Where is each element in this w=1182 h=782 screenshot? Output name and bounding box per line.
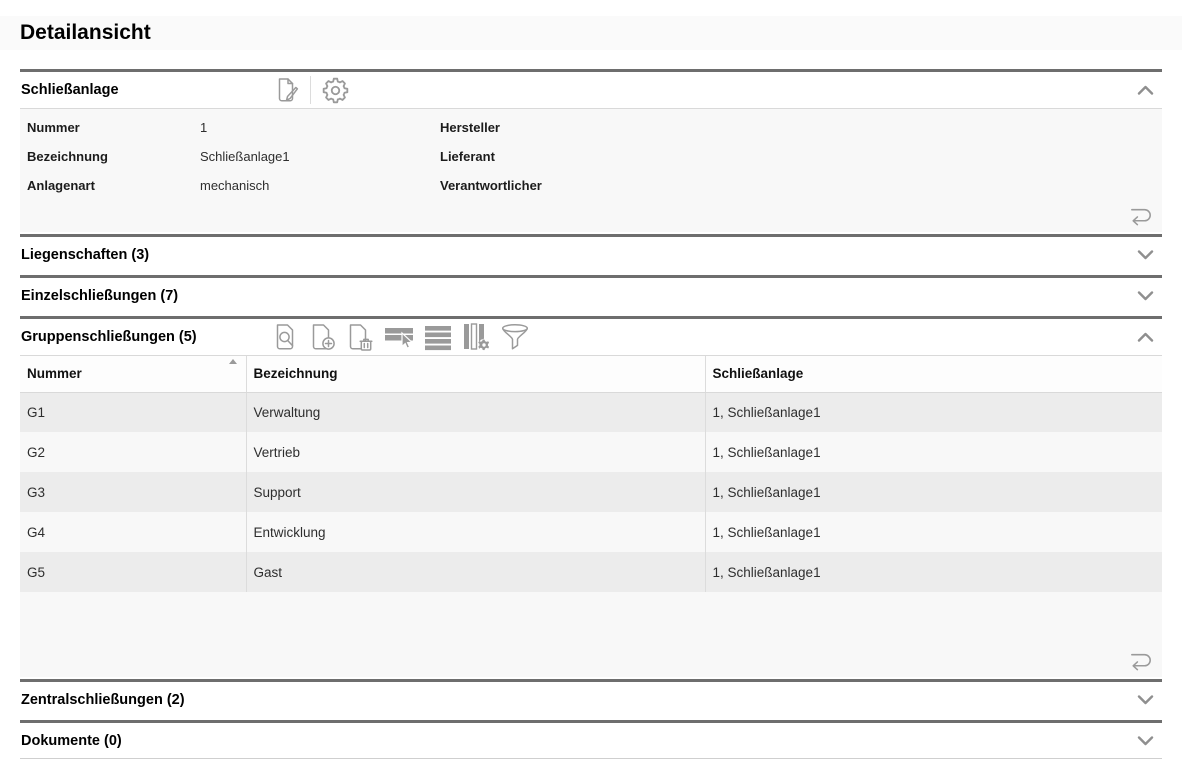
select-row-icon [383, 323, 415, 351]
rows-icon [424, 323, 452, 351]
chevron-up-icon [1137, 331, 1154, 343]
sort-ascending-icon [229, 359, 237, 364]
section-liegenschaften-header: Liegenschaften (3) [20, 234, 1162, 273]
chevron-down-icon [1137, 735, 1154, 747]
cell-nummer: G5 [20, 552, 246, 592]
section-schliessanlage-header: Schließanlage [20, 69, 1162, 108]
document-search-icon [272, 322, 300, 352]
field-label-verantwortlicher: Verantwortlicher [440, 177, 622, 194]
filter-button[interactable] [500, 323, 530, 352]
section-title: Liegenschaften (3) [20, 247, 272, 263]
field-label-hersteller: Hersteller [440, 119, 622, 136]
cell-nummer: G1 [20, 392, 246, 432]
edit-icon [272, 76, 300, 104]
gruppenschliessungen-body: Nummer Bezeichnung Schließanlage G1 [20, 355, 1162, 677]
section-zentralschliessungen: Zentralschließungen (2) [20, 679, 1162, 718]
cell-bezeichnung: Support [246, 472, 705, 512]
document-delete-icon [346, 322, 374, 352]
cell-nummer: G2 [20, 432, 246, 472]
field-label-bezeichnung: Bezeichnung [27, 148, 200, 165]
section-title: Zentralschließungen (2) [20, 692, 272, 708]
chevron-up-icon [1137, 84, 1154, 96]
cell-bezeichnung: Entwicklung [246, 512, 705, 552]
document-add-icon [309, 322, 337, 352]
cell-bezeichnung: Gast [246, 552, 705, 592]
gruppenschliessungen-toolbar [272, 322, 1137, 352]
table-row[interactable]: G1 Verwaltung 1, Schließanlage1 [20, 392, 1162, 432]
settings-button[interactable] [321, 76, 350, 105]
column-header-nummer[interactable]: Nummer [20, 356, 246, 392]
section-gruppenschliessungen-header: Gruppenschließungen (5) [20, 316, 1162, 355]
table-row[interactable]: G2 Vertrieb 1, Schließanlage1 [20, 432, 1162, 472]
cell-schliessanlage: 1, Schließanlage1 [705, 552, 1162, 592]
schliessanlage-fields: Nummer 1 Hersteller Bezeichnung Schließa… [20, 109, 1162, 194]
field-label-lieferant: Lieferant [440, 148, 622, 165]
expand-button[interactable] [1137, 694, 1154, 706]
cell-nummer: G3 [20, 472, 246, 512]
table-header-row: Nummer Bezeichnung Schließanlage [20, 356, 1162, 392]
column-header-schliessanlage[interactable]: Schließanlage [705, 356, 1162, 392]
section-schliessanlage: Schließanlage [20, 69, 1162, 232]
section-liegenschaften: Liegenschaften (3) [20, 234, 1162, 273]
undo-icon [1127, 649, 1154, 671]
rows-button[interactable] [424, 323, 452, 351]
section-gruppenschliessungen: Gruppenschließungen (5) [20, 316, 1162, 677]
column-settings-button[interactable] [461, 322, 491, 352]
section-title: Gruppenschließungen (5) [20, 329, 272, 345]
schliessanlage-toolbar [272, 76, 1137, 105]
field-label-anlagenart: Anlagenart [27, 177, 200, 194]
cell-bezeichnung: Verwaltung [246, 392, 705, 432]
field-value-anlagenart: mechanisch [200, 177, 440, 194]
field-value-bezeichnung: Schließanlage1 [200, 148, 440, 165]
cell-bezeichnung: Vertrieb [246, 432, 705, 472]
field-label-nummer: Nummer [27, 119, 200, 136]
filter-icon [500, 323, 530, 352]
title-band: Detailansicht [0, 16, 1182, 50]
cell-nummer: G4 [20, 512, 246, 552]
cell-schliessanlage: 1, Schließanlage1 [705, 392, 1162, 432]
table-row[interactable]: G4 Entwicklung 1, Schließanlage1 [20, 512, 1162, 552]
section-einzelschliessungen-header: Einzelschließungen (7) [20, 275, 1162, 314]
column-settings-icon [461, 322, 491, 352]
section-title: Einzelschließungen (7) [20, 288, 272, 304]
gruppenschliessungen-table: Nummer Bezeichnung Schließanlage G1 [20, 356, 1162, 592]
section-dokumente-header: Dokumente (0) [20, 720, 1162, 759]
expand-button[interactable] [1137, 249, 1154, 261]
chevron-down-icon [1137, 249, 1154, 261]
collapse-button[interactable] [1137, 84, 1154, 96]
schliessanlage-body: Nummer 1 Hersteller Bezeichnung Schließa… [20, 108, 1162, 232]
detail-view: Schließanlage [20, 69, 1162, 759]
section-dokumente: Dokumente (0) [20, 720, 1162, 759]
cell-schliessanlage: 1, Schließanlage1 [705, 512, 1162, 552]
undo-icon [1127, 204, 1154, 226]
section-zentralschliessungen-header: Zentralschließungen (2) [20, 679, 1162, 718]
revert-button[interactable] [1127, 204, 1154, 226]
section-einzelschliessungen: Einzelschließungen (7) [20, 275, 1162, 314]
field-value-lieferant [622, 148, 1162, 165]
add-button[interactable] [309, 322, 337, 352]
column-header-bezeichnung[interactable]: Bezeichnung [246, 356, 705, 392]
view-details-button[interactable] [272, 322, 300, 352]
page-title: Detailansicht [0, 16, 1182, 50]
chevron-down-icon [1137, 694, 1154, 706]
table-row[interactable]: G5 Gast 1, Schließanlage1 [20, 552, 1162, 592]
field-value-nummer: 1 [200, 119, 440, 136]
toolbar-divider [310, 76, 311, 104]
cell-schliessanlage: 1, Schließanlage1 [705, 472, 1162, 512]
expand-button[interactable] [1137, 735, 1154, 747]
select-row-button[interactable] [383, 323, 415, 351]
revert-button[interactable] [1127, 649, 1154, 671]
gear-icon [321, 76, 350, 105]
table-row[interactable]: G3 Support 1, Schließanlage1 [20, 472, 1162, 512]
collapse-button[interactable] [1137, 331, 1154, 343]
delete-button[interactable] [346, 322, 374, 352]
section-title: Schließanlage [20, 82, 272, 98]
chevron-down-icon [1137, 290, 1154, 302]
cell-schliessanlage: 1, Schließanlage1 [705, 432, 1162, 472]
edit-button[interactable] [272, 76, 300, 104]
field-value-hersteller [622, 119, 1162, 136]
section-title: Dokumente (0) [20, 733, 272, 749]
field-value-verantwortlicher [622, 177, 1162, 194]
expand-button[interactable] [1137, 290, 1154, 302]
